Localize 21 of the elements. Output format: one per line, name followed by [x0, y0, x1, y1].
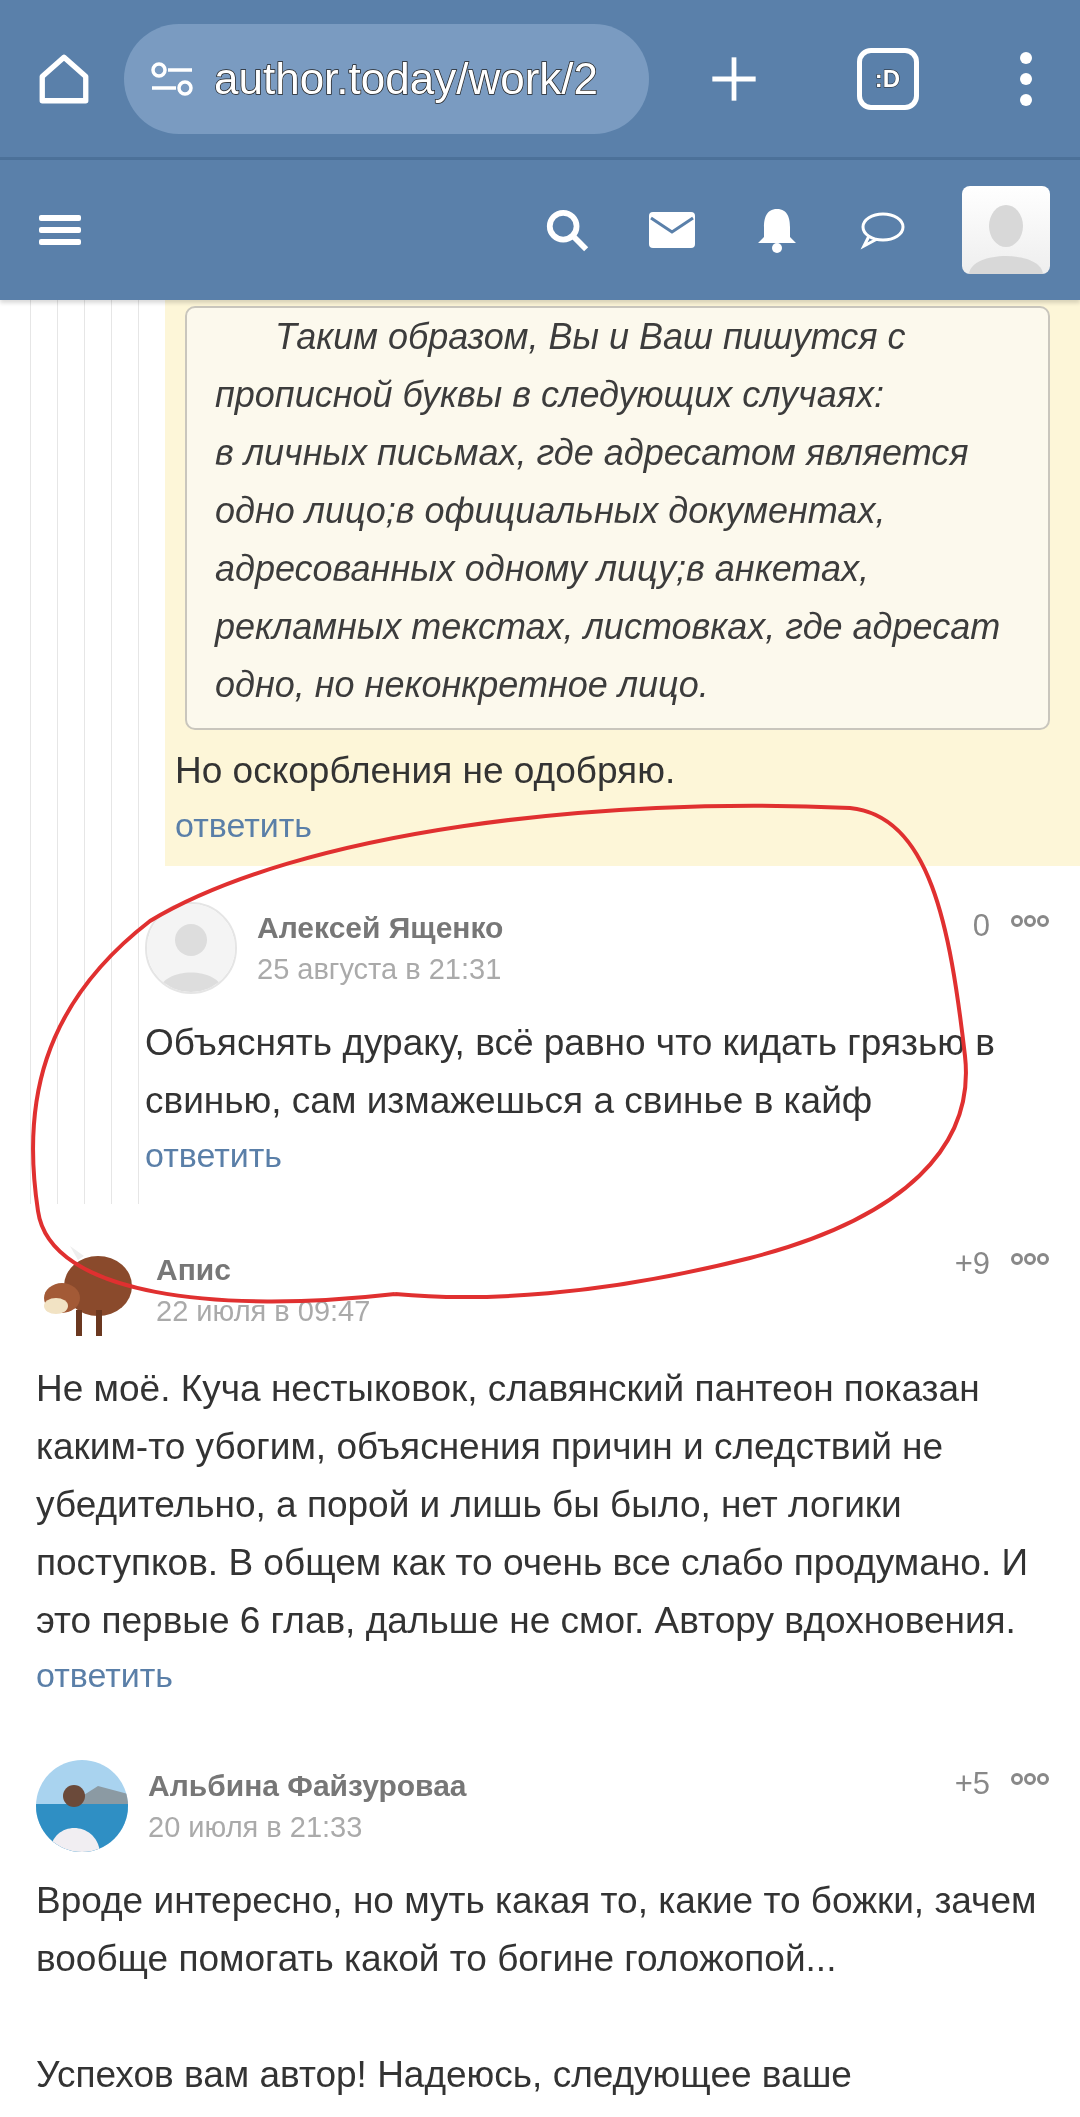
tab-switcher-button[interactable]: :D: [856, 47, 919, 110]
comment-text: Не моё. Куча нестыковок, славянский пантеон показан каким-то убогим, объяснения причин и следствий не убедительно, а порой и лишь бы было, нет логики поступков. В общем как то очень все слабо продумано. И это первые 6 глав, дальше не смог. Автору вдохновения.: [36, 1367, 1030, 1643]
author-name[interactable]: Альбина Файзуроваа: [148, 1768, 935, 1803]
comment-rating: +9: [954, 1246, 990, 1282]
author-name[interactable]: Апис: [156, 1252, 935, 1287]
comment-date: 25 августа в 21:31: [257, 952, 503, 986]
quote-text: в личных письмах, где адресатом является одно лицо;в официальных документах, адресованных одному лицу;в анкетах, рекламных текстах, листовках, где адресат одно, но неконкретное лицо.: [215, 431, 1002, 707]
url-text: author.today/work/2: [214, 53, 598, 104]
address-bar[interactable]: author.today/work/2: [124, 23, 649, 134]
comment-text: Вроде интересно, но муть какая то, какие то божки, зачем вообще помогать какой то богине голожопой...: [36, 1879, 1038, 1981]
comment-rating: 0: [972, 908, 990, 944]
comment-text: Успехов вам автор! Надеюсь, следующее ваше: [36, 2053, 853, 2097]
reply-link[interactable]: ответить: [36, 1650, 174, 1700]
comment-rating: +5: [954, 1766, 990, 1802]
comment-date: 22 июля в 09:47: [156, 1294, 372, 1328]
comment-date: 20 июля в 21:33: [148, 1810, 364, 1844]
quote-text: Таким образом, Вы и Ваш пишутся с прописной буквы в следующих случаях:: [215, 315, 907, 417]
comment-text: Но оскорбления не одобряю.: [175, 749, 677, 793]
reply-link[interactable]: ответить: [145, 1130, 283, 1180]
reply-link[interactable]: ответить: [175, 800, 313, 850]
author-name[interactable]: Алексей Ященко: [257, 910, 953, 945]
